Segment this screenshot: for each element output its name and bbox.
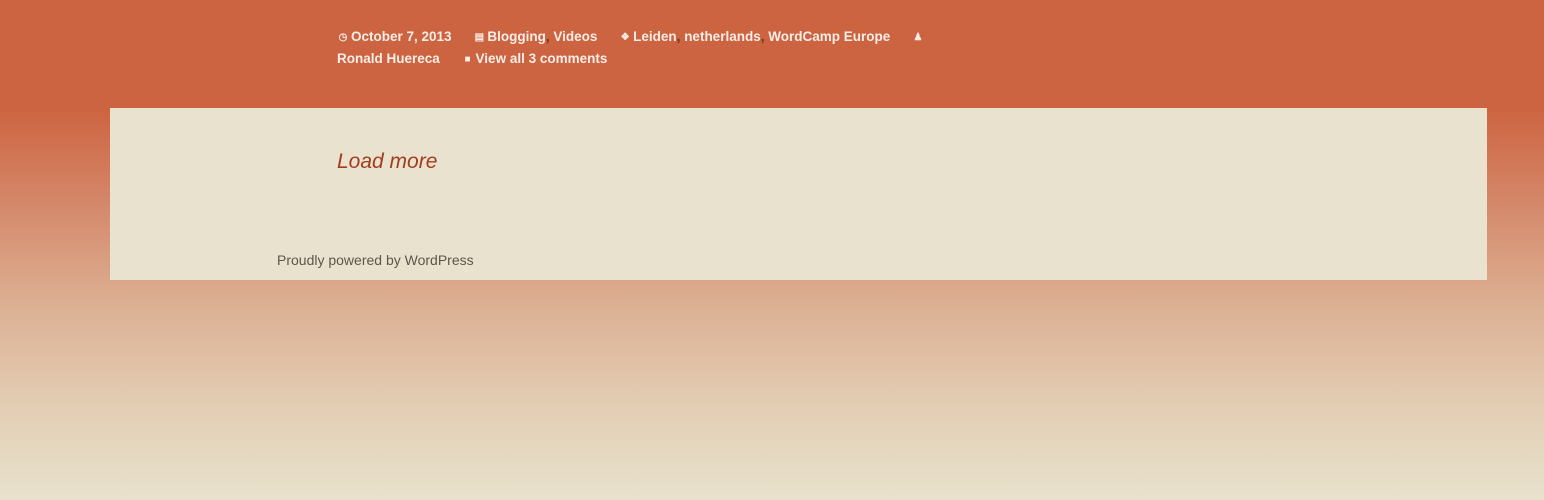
post-date: ◷ October 7, 2013 <box>337 29 455 44</box>
tag-link-wordcamp-europe[interactable]: WordCamp Europe <box>768 29 890 44</box>
user-icon: ♟ <box>913 32 923 43</box>
post-tags: ❖ Leiden, netherlands, WordCamp Europe <box>619 29 894 44</box>
tag-link-leiden[interactable]: Leiden <box>633 29 677 44</box>
tag-link-netherlands[interactable]: netherlands <box>684 29 761 44</box>
load-more-link[interactable]: Load more <box>337 150 437 174</box>
post-categories: ▤ Blogging, Videos <box>473 29 601 44</box>
clock-icon: ◷ <box>338 32 348 43</box>
category-link-videos[interactable]: Videos <box>553 29 597 44</box>
tag-icon: ❖ <box>620 32 630 43</box>
footer-credit-link[interactable]: Proudly powered by WordPress <box>277 252 474 268</box>
category-separator: , <box>545 29 550 44</box>
tag-separator: , <box>760 29 765 44</box>
folder-icon: ▤ <box>474 32 485 43</box>
comments-link[interactable]: View all 3 comments <box>476 51 608 66</box>
post-date-link[interactable]: October 7, 2013 <box>351 29 452 44</box>
category-link-blogging[interactable]: Blogging <box>487 29 545 44</box>
author-link[interactable]: Ronald Huereca <box>337 51 440 66</box>
entry-meta: ◷ October 7, 2013 ▤ Blogging, Videos ❖ Leid… <box>337 26 957 70</box>
comment-icon: ■ <box>464 54 471 65</box>
tag-separator: , <box>676 29 681 44</box>
post-comments: ■ View all 3 comments <box>462 51 608 66</box>
